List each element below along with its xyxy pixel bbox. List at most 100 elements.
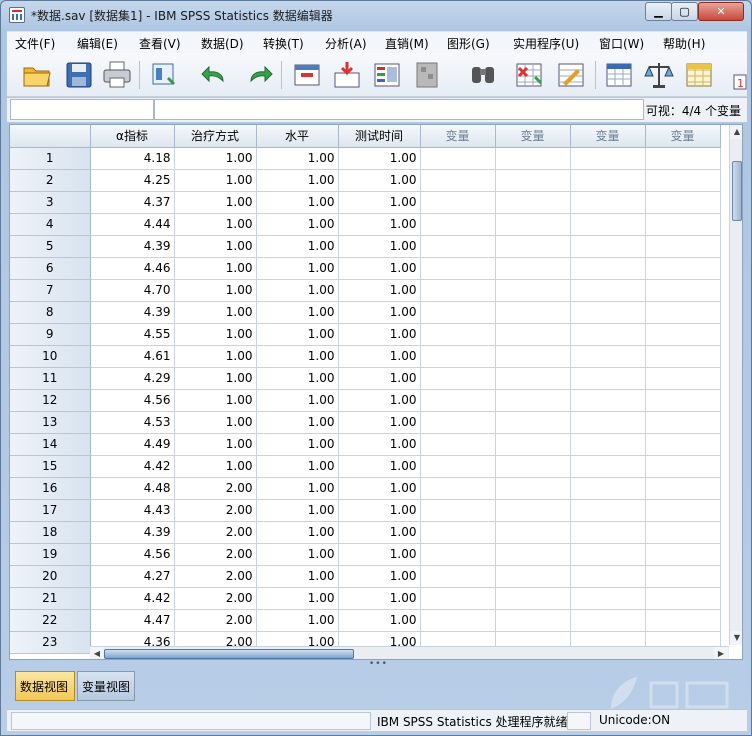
- empty-cell[interactable]: [645, 389, 721, 412]
- cell-value-field[interactable]: [154, 99, 644, 120]
- data-cell[interactable]: 1.00: [338, 389, 421, 412]
- data-cell[interactable]: 1.00: [256, 389, 339, 412]
- data-cell[interactable]: 4.39: [90, 235, 175, 258]
- select-cases-icon[interactable]: [643, 59, 675, 91]
- empty-cell[interactable]: [495, 169, 571, 192]
- data-cell[interactable]: 1.00: [256, 565, 339, 588]
- empty-cell[interactable]: [645, 411, 721, 434]
- empty-cell[interactable]: [645, 345, 721, 368]
- empty-cell[interactable]: [570, 301, 646, 324]
- data-cell[interactable]: 4.53: [90, 411, 175, 434]
- menu-analyze[interactable]: 分析(A): [325, 32, 385, 54]
- horizontal-scroll-thumb[interactable]: [104, 649, 354, 659]
- data-cell[interactable]: 4.49: [90, 433, 175, 456]
- data-cell[interactable]: 1.00: [174, 301, 257, 324]
- find-icon[interactable]: [467, 59, 499, 91]
- empty-cell[interactable]: [570, 477, 646, 500]
- empty-cell[interactable]: [645, 587, 721, 610]
- data-cell[interactable]: 1.00: [256, 543, 339, 566]
- minimize-button[interactable]: ▁: [645, 2, 672, 21]
- empty-cell[interactable]: [495, 191, 571, 214]
- row-number[interactable]: 23: [10, 631, 91, 654]
- empty-cell[interactable]: [645, 257, 721, 280]
- data-cell[interactable]: 4.70: [90, 279, 175, 302]
- data-cell[interactable]: 2.00: [174, 499, 257, 522]
- row-number[interactable]: 2: [10, 169, 91, 192]
- data-cell[interactable]: 1.00: [256, 433, 339, 456]
- data-cell[interactable]: 4.56: [90, 389, 175, 412]
- data-cell[interactable]: 1.00: [338, 279, 421, 302]
- empty-cell[interactable]: [570, 389, 646, 412]
- empty-cell[interactable]: [420, 213, 496, 236]
- insert-variable-icon[interactable]: [555, 59, 587, 91]
- empty-cell[interactable]: [420, 345, 496, 368]
- data-cell[interactable]: 1.00: [256, 587, 339, 610]
- data-cell[interactable]: 4.39: [90, 521, 175, 544]
- data-cell[interactable]: 1.00: [256, 411, 339, 434]
- empty-cell[interactable]: [570, 169, 646, 192]
- data-cell[interactable]: 1.00: [174, 411, 257, 434]
- row-number[interactable]: 17: [10, 499, 91, 522]
- empty-cell[interactable]: [570, 235, 646, 258]
- data-cell[interactable]: 4.42: [90, 587, 175, 610]
- empty-cell[interactable]: [570, 521, 646, 544]
- data-cell[interactable]: 1.00: [338, 477, 421, 500]
- data-cell[interactable]: 4.18: [90, 147, 175, 170]
- empty-cell[interactable]: [495, 455, 571, 478]
- data-cell[interactable]: 1.00: [338, 433, 421, 456]
- column-header-empty-variable[interactable]: 变量: [570, 125, 646, 148]
- data-cell[interactable]: 1.00: [338, 411, 421, 434]
- data-cell[interactable]: 4.27: [90, 565, 175, 588]
- data-cell[interactable]: 4.25: [90, 169, 175, 192]
- data-cell[interactable]: 2.00: [174, 565, 257, 588]
- empty-cell[interactable]: [645, 367, 721, 390]
- data-cell[interactable]: 4.44: [90, 213, 175, 236]
- empty-cell[interactable]: [420, 499, 496, 522]
- column-header-test-time[interactable]: 测试时间: [338, 125, 421, 148]
- empty-cell[interactable]: [570, 455, 646, 478]
- empty-cell[interactable]: [645, 301, 721, 324]
- empty-cell[interactable]: [495, 609, 571, 632]
- data-cell[interactable]: 1.00: [338, 169, 421, 192]
- menu-utilities[interactable]: 实用程序(U): [513, 32, 599, 54]
- empty-cell[interactable]: [570, 411, 646, 434]
- data-cell[interactable]: 4.61: [90, 345, 175, 368]
- dialog-recall-icon[interactable]: [149, 59, 181, 91]
- tab-variable-view[interactable]: 变量视图: [77, 671, 135, 701]
- weight-cases-icon[interactable]: [603, 59, 635, 91]
- data-cell[interactable]: 4.29: [90, 367, 175, 390]
- empty-cell[interactable]: [420, 565, 496, 588]
- data-cell[interactable]: 1.00: [256, 169, 339, 192]
- menu-view[interactable]: 查看(V): [139, 32, 201, 54]
- data-cell[interactable]: 1.00: [338, 499, 421, 522]
- tab-data-view[interactable]: 数据视图: [15, 671, 75, 701]
- column-header-treatment[interactable]: 治疗方式: [174, 125, 257, 148]
- horizontal-scrollbar[interactable]: ◀ ▶: [90, 646, 729, 659]
- empty-cell[interactable]: [570, 587, 646, 610]
- row-number[interactable]: 4: [10, 213, 91, 236]
- data-cell[interactable]: 1.00: [256, 499, 339, 522]
- empty-cell[interactable]: [420, 455, 496, 478]
- data-cell[interactable]: 1.00: [174, 235, 257, 258]
- empty-cell[interactable]: [495, 411, 571, 434]
- data-cell[interactable]: 4.56: [90, 543, 175, 566]
- data-cell[interactable]: 1.00: [338, 543, 421, 566]
- column-header-empty-variable[interactable]: 变量: [645, 125, 721, 148]
- empty-cell[interactable]: [495, 235, 571, 258]
- vertical-scroll-thumb[interactable]: [732, 161, 742, 221]
- menu-transform[interactable]: 转换(T): [263, 32, 325, 54]
- data-cell[interactable]: 1.00: [174, 389, 257, 412]
- empty-cell[interactable]: [495, 257, 571, 280]
- insert-cases-icon[interactable]: [513, 59, 545, 91]
- data-cell[interactable]: 1.00: [174, 213, 257, 236]
- empty-cell[interactable]: [420, 411, 496, 434]
- column-header-alpha-index[interactable]: α指标: [90, 125, 175, 148]
- data-cell[interactable]: 1.00: [256, 609, 339, 632]
- empty-cell[interactable]: [420, 279, 496, 302]
- empty-cell[interactable]: [645, 235, 721, 258]
- data-cell[interactable]: 1.00: [174, 345, 257, 368]
- menu-edit[interactable]: 编辑(E): [77, 32, 139, 54]
- data-cell[interactable]: 1.00: [256, 213, 339, 236]
- data-cell[interactable]: 1.00: [174, 257, 257, 280]
- data-cell[interactable]: 1.00: [338, 345, 421, 368]
